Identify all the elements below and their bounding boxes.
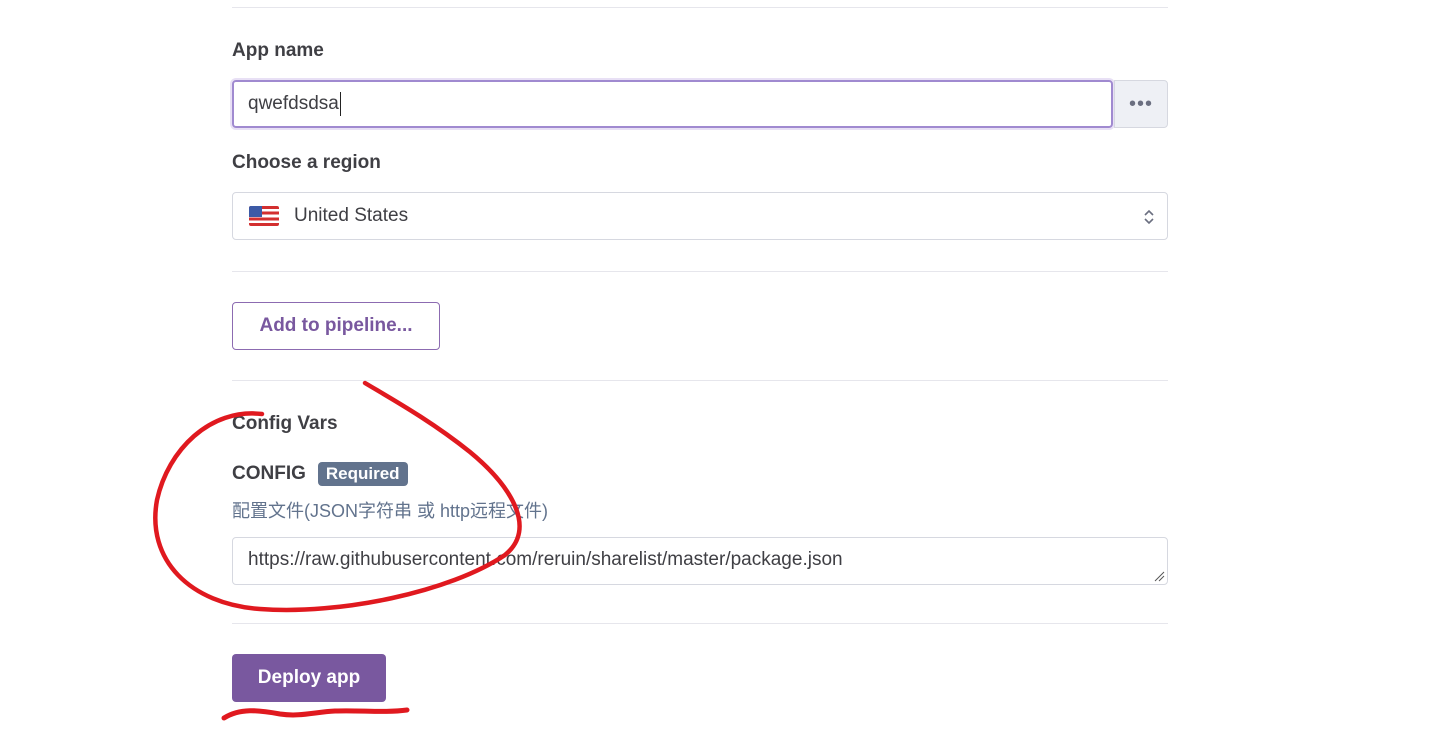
- app-name-label: App name: [232, 40, 324, 61]
- divider: [232, 7, 1168, 8]
- add-to-pipeline-button[interactable]: Add to pipeline...: [232, 302, 440, 350]
- us-flag-icon: [249, 206, 279, 226]
- divider: [232, 271, 1168, 272]
- region-select[interactable]: United States: [232, 192, 1168, 240]
- annotation-underline: [221, 707, 410, 721]
- divider: [232, 380, 1168, 381]
- divider: [232, 623, 1168, 624]
- region-label: Choose a region: [232, 152, 381, 173]
- config-key-row: CONFIG Required: [232, 462, 408, 486]
- app-name-input[interactable]: qwefdsdsa: [232, 80, 1113, 128]
- chevron-up-down-icon: [1144, 209, 1154, 225]
- app-name-value: qwefdsdsa: [248, 93, 339, 114]
- config-description: 配置文件(JSON字符串 或 http远程文件): [232, 501, 549, 521]
- region-selected-value: United States: [294, 205, 409, 226]
- more-options-button[interactable]: •••: [1114, 80, 1168, 128]
- resize-handle-icon[interactable]: [1153, 570, 1165, 582]
- more-horizontal-icon: •••: [1128, 92, 1153, 115]
- config-key-label: CONFIG: [232, 463, 306, 484]
- config-vars-heading: Config Vars: [232, 413, 338, 434]
- required-badge: Required: [317, 462, 408, 486]
- config-value-text: https://raw.githubusercontent.com/reruin…: [248, 549, 843, 570]
- deploy-app-button[interactable]: Deploy app: [232, 654, 386, 702]
- config-value-textarea[interactable]: https://raw.githubusercontent.com/reruin…: [232, 537, 1168, 585]
- deploy-form: App name qwefdsdsa ••• Choose a region U…: [0, 0, 1453, 735]
- text-caret: [339, 92, 341, 116]
